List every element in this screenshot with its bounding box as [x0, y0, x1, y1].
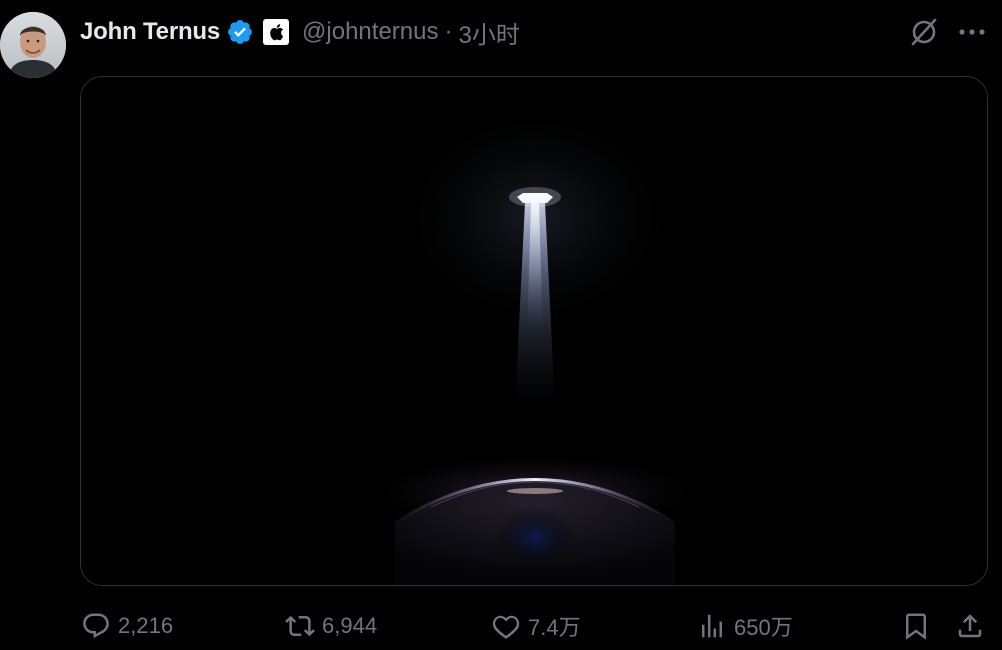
tweet-actions: 2,216 6,944 7.4万 650万	[80, 606, 992, 646]
reply-icon	[80, 610, 112, 642]
like-count: 7.4万	[528, 615, 581, 640]
bookmark-icon	[900, 610, 932, 642]
more-horizontal-icon[interactable]	[952, 14, 992, 50]
user-handle[interactable]: @johnternus	[302, 18, 438, 46]
bookmark-button[interactable]	[900, 606, 932, 646]
tweet-header: John Ternus @johnternus · 3小时	[80, 14, 520, 50]
timestamp[interactable]: 3小时	[458, 15, 519, 50]
views-count: 650万	[734, 615, 793, 640]
retweet-icon	[284, 610, 316, 642]
avatar[interactable]	[0, 12, 66, 78]
retweet-button[interactable]: 6,944	[284, 606, 377, 646]
retweet-count: 6,944	[322, 613, 378, 638]
reply-button[interactable]: 2,216	[80, 606, 173, 646]
tweet: John Ternus @johnternus · 3小时 2,216 6,94…	[0, 0, 1002, 650]
share-button[interactable]	[954, 606, 986, 646]
grok-slash-icon[interactable]	[906, 14, 942, 50]
views-button[interactable]: 650万	[696, 606, 793, 646]
display-name[interactable]: John Ternus	[80, 18, 220, 46]
heart-icon	[490, 610, 522, 642]
analytics-icon	[696, 610, 728, 642]
like-button[interactable]: 7.4万	[490, 606, 581, 646]
spotlight-image	[81, 77, 987, 585]
verified-badge-icon[interactable]	[225, 17, 255, 47]
apple-affiliate-icon[interactable]	[263, 19, 290, 45]
reply-count: 2,216	[118, 613, 174, 638]
share-upload-icon	[954, 610, 986, 642]
avatar-image	[0, 12, 66, 78]
separator-dot: ·	[444, 18, 453, 45]
tweet-media-image[interactable]	[80, 76, 988, 586]
